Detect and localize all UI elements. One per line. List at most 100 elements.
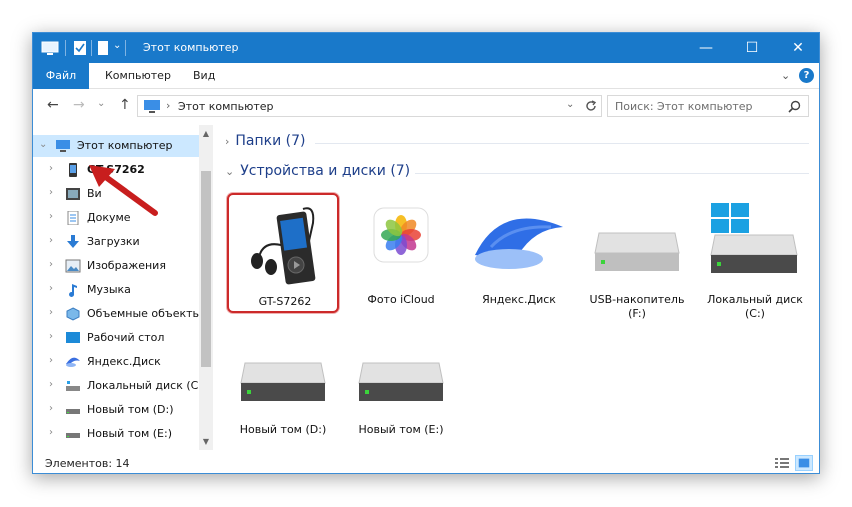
refresh-icon[interactable]: [584, 99, 598, 113]
music-icon: [69, 284, 77, 297]
scroll-up-icon[interactable]: ▲: [201, 129, 211, 138]
yandex-disk-icon: [475, 218, 563, 269]
device-label: Фото iCloud: [367, 293, 435, 306]
device-label: Локальный диск (C:): [707, 293, 803, 320]
tree-item-new-volume-e[interactable]: › Новый том (E:): [33, 423, 199, 445]
search-input[interactable]: Поиск: Этот компьютер: [607, 95, 809, 117]
device-tile-gt-s7262[interactable]: GT-S7262: [227, 193, 339, 313]
new-folder-icon[interactable]: [97, 40, 109, 56]
customize-quick-access-icon[interactable]: ⌄: [113, 40, 121, 51]
group-divider: [415, 173, 809, 174]
search-placeholder: Поиск: Этот компьютер: [615, 100, 753, 113]
expand-ribbon-icon[interactable]: ⌄: [781, 69, 790, 82]
group-divider: [315, 143, 809, 144]
collapse-icon[interactable]: ⌄: [39, 139, 47, 150]
expand-group-icon[interactable]: ›: [225, 135, 229, 148]
pictures-icon: [65, 259, 81, 273]
tree-item-music[interactable]: › Музыка: [33, 279, 199, 301]
group-devices[interactable]: ⌄ Устройства и диски (7): [225, 163, 410, 179]
device-label: Новый том (D:): [239, 423, 327, 436]
device-tile-icloud-photos[interactable]: Фото iCloud: [345, 193, 457, 313]
item-count: Элементов: 14: [45, 457, 130, 470]
media-player-icon: [251, 207, 316, 285]
3d-objects-icon: [66, 307, 80, 321]
forward-button[interactable]: →: [73, 97, 85, 113]
up-button[interactable]: ↑: [119, 97, 131, 113]
drive-icon: [358, 362, 444, 401]
yandex-disk-icon: [66, 357, 80, 367]
expand-icon[interactable]: ›: [49, 235, 53, 246]
recent-locations-button[interactable]: ⌄: [97, 98, 105, 109]
drive-icon: [66, 433, 80, 438]
expand-icon[interactable]: ›: [49, 259, 53, 270]
drive-icon: [240, 362, 326, 401]
group-label: Папки (7): [235, 133, 306, 149]
usb-drive-icon: [594, 232, 680, 271]
device-tile-local-disk-c[interactable]: Локальный диск (C:): [699, 193, 811, 320]
tab-computer[interactable]: Компьютер: [93, 63, 183, 89]
expand-icon[interactable]: ›: [49, 379, 53, 390]
separator: [125, 40, 126, 56]
collapse-group-icon[interactable]: ⌄: [225, 165, 234, 178]
tree-item-label: Рабочий стол: [87, 331, 165, 344]
separator: [65, 40, 66, 56]
tree-item-label: Яндекс.Диск: [87, 355, 161, 368]
back-button[interactable]: ←: [47, 97, 59, 113]
windows-drive-icon: [710, 203, 798, 273]
tree-item-label: Новый том (D:): [87, 403, 174, 416]
address-bar[interactable]: › Этот компьютер ⌄: [137, 95, 602, 117]
tree-item-desktop[interactable]: › Рабочий стол: [33, 327, 199, 349]
expand-icon[interactable]: ›: [49, 307, 53, 318]
pc-icon: [144, 100, 160, 113]
expand-icon[interactable]: ›: [49, 355, 53, 366]
icloud-photos-icon: [373, 207, 429, 263]
device-tile-yandex-disk[interactable]: Яндекс.Диск: [463, 193, 575, 313]
device-tile-new-volume-d[interactable]: Новый том (D:): [227, 323, 339, 443]
device-tile-new-volume-e[interactable]: Новый том (E:): [345, 323, 457, 443]
tree-item-local-disk-c[interactable]: › Локальный диск (C:: [33, 375, 199, 397]
tree-item-label: Локальный диск (C:: [87, 379, 199, 392]
tree-item-pictures[interactable]: › Изображения: [33, 255, 199, 277]
status-bar: Элементов: 14: [33, 450, 819, 473]
tree-item-label: Этот компьютер: [77, 139, 173, 152]
tab-file[interactable]: Файл: [33, 63, 89, 89]
group-label: Устройства и диски (7): [240, 163, 411, 179]
close-button[interactable]: ✕: [775, 33, 819, 63]
navigation-scrollbar[interactable]: ▲ ▼: [199, 125, 213, 450]
address-history-dropdown[interactable]: ⌄: [566, 99, 574, 110]
group-folders[interactable]: › Папки (7): [225, 133, 306, 149]
breadcrumb-separator[interactable]: ›: [166, 99, 170, 112]
tab-view[interactable]: Вид: [181, 63, 227, 89]
expand-icon[interactable]: ›: [49, 283, 53, 294]
separator: [91, 40, 92, 56]
expand-icon[interactable]: ›: [49, 403, 53, 414]
explorer-window: ⌄ Этот компьютер — ☐ ✕ Файл Компьютер Ви…: [32, 32, 820, 474]
maximize-button[interactable]: ☐: [729, 33, 775, 63]
tree-item-new-volume-d[interactable]: › Новый том (D:): [33, 399, 199, 421]
scroll-down-icon[interactable]: ▼: [201, 437, 211, 446]
minimize-button[interactable]: —: [683, 33, 729, 63]
details-view-icon[interactable]: [773, 455, 791, 471]
tree-item-3d-objects[interactable]: › Объемные объекты: [33, 303, 199, 325]
search-icon[interactable]: [788, 100, 801, 113]
tree-item-downloads[interactable]: › Загрузки: [33, 231, 199, 253]
expand-icon[interactable]: ›: [49, 187, 53, 198]
expand-icon[interactable]: ›: [49, 211, 53, 222]
device-tile-usb-drive[interactable]: USB-накопитель (F:): [581, 193, 693, 320]
device-label: Новый том (E:): [358, 423, 444, 436]
tree-item-label: Музыка: [87, 283, 131, 296]
tree-item-yandex-disk[interactable]: › Яндекс.Диск: [33, 351, 199, 373]
drive-icon: [66, 409, 80, 414]
device-label: USB-накопитель (F:): [589, 293, 685, 320]
help-button[interactable]: ?: [799, 68, 814, 83]
expand-icon[interactable]: ›: [49, 331, 53, 342]
pc-icon: [56, 140, 70, 152]
large-icons-view-icon[interactable]: [795, 455, 813, 471]
content-pane: › Папки (7) ⌄ Устройства и диски (7) GT-S7…: [215, 125, 819, 450]
scrollbar-thumb[interactable]: [201, 171, 211, 367]
breadcrumb[interactable]: Этот компьютер: [178, 100, 274, 113]
tree-item-this-pc[interactable]: ⌄ Этот компьютер: [33, 135, 199, 157]
expand-icon[interactable]: ›: [49, 163, 53, 174]
expand-icon[interactable]: ›: [49, 427, 53, 438]
properties-icon[interactable]: [73, 40, 87, 56]
